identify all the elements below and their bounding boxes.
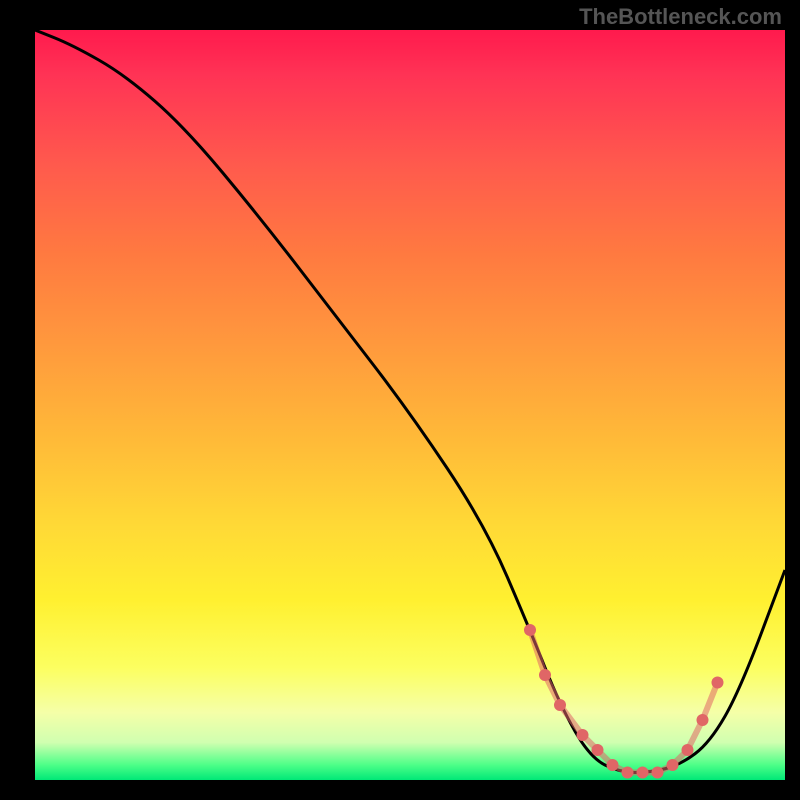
curve-svg <box>35 30 785 780</box>
marker-dot <box>697 714 709 726</box>
marker-dot <box>554 699 566 711</box>
marker-dot <box>592 744 604 756</box>
marker-dot <box>637 767 649 779</box>
marker-dot <box>682 744 694 756</box>
bottleneck-curve <box>35 30 785 773</box>
chart-container: TheBottleneck.com <box>0 0 800 800</box>
marker-dot <box>667 759 679 771</box>
marker-dot <box>607 759 619 771</box>
marker-dot <box>652 767 664 779</box>
marker-dot <box>539 669 551 681</box>
watermark-text: TheBottleneck.com <box>579 4 782 30</box>
marker-dot <box>622 767 634 779</box>
marker-dot <box>577 729 589 741</box>
plot-area <box>35 30 785 780</box>
marker-dot <box>712 677 724 689</box>
marker-dot <box>524 624 536 636</box>
